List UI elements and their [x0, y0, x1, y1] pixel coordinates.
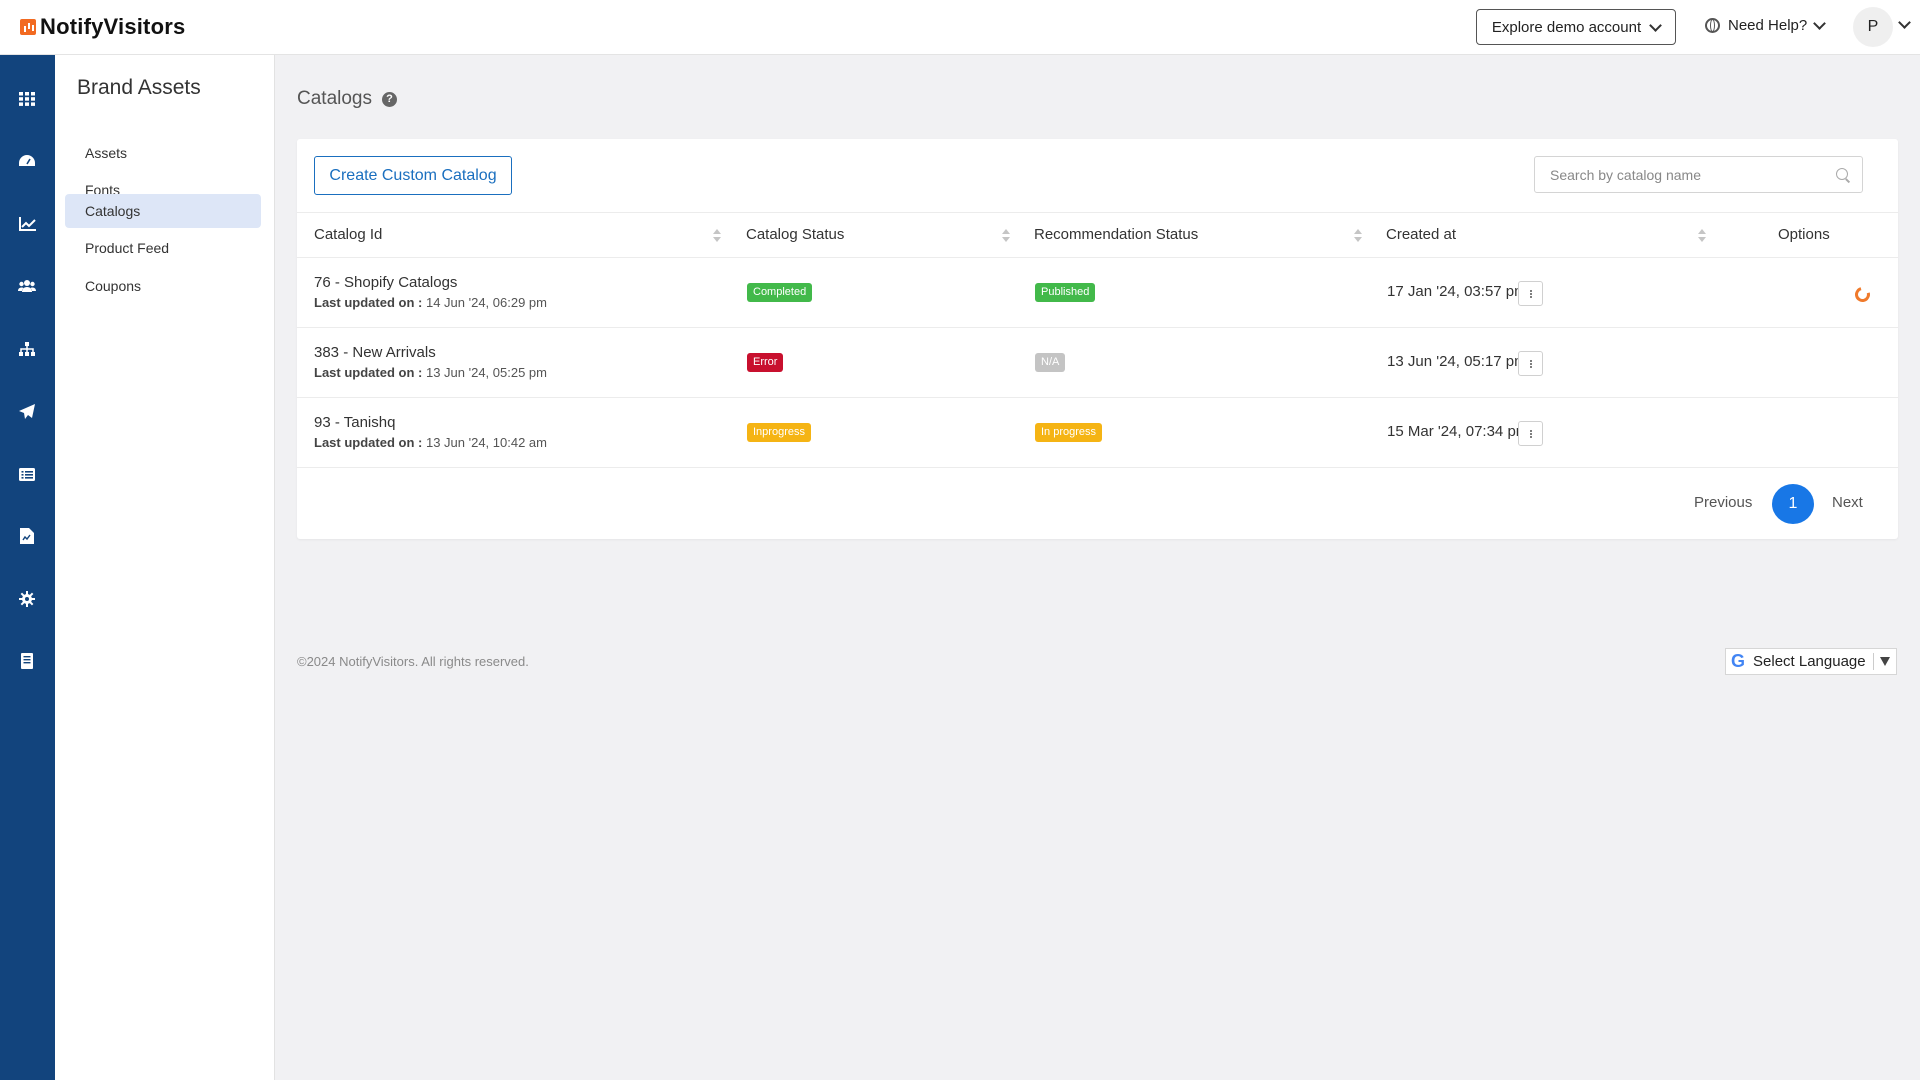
chevron-down-icon — [1813, 17, 1827, 30]
search-input[interactable] — [1548, 166, 1822, 184]
sort-icon[interactable] — [1698, 229, 1706, 243]
catalog-name[interactable]: 93 - Tanishq — [314, 414, 395, 431]
help-question-icon[interactable]: ? — [382, 91, 397, 107]
catalog-search — [1534, 156, 1863, 193]
pagination-previous[interactable]: Previous — [1694, 494, 1752, 511]
column-header-catalog-id: Catalog Id — [314, 226, 383, 243]
catalog-status-badge: Error — [747, 353, 784, 372]
pagination-next[interactable]: Next — [1832, 494, 1863, 511]
catalog-last-updated: Last updated on : 14 Jun '24, 06:29 pm — [314, 295, 547, 310]
table-row: 76 - Shopify Catalogs Last updated on : … — [297, 258, 1898, 328]
top-header: NotifyVisitors Explore demo account Need… — [0, 0, 1920, 55]
icon-rail — [0, 55, 55, 1080]
logo-text: NotifyVisitors — [40, 14, 186, 39]
recommendation-status-badge: Published — [1035, 283, 1096, 302]
document-icon[interactable] — [18, 652, 36, 670]
settings-icon[interactable] — [18, 590, 36, 608]
catalog-last-updated: Last updated on : 13 Jun '24, 10:42 am — [314, 435, 547, 450]
more-vertical-icon — [1529, 432, 1532, 435]
chevron-down-icon[interactable] — [1898, 16, 1911, 29]
avatar-initial: P — [1867, 18, 1879, 35]
sort-icon[interactable] — [713, 229, 721, 243]
created-at: 17 Jan '24, 03:57 pm — [1387, 283, 1527, 300]
sidebar-title: Brand Assets — [77, 76, 201, 99]
column-header-catalog-status: Catalog Status — [746, 226, 845, 243]
table-row: 93 - Tanishq Last updated on : 13 Jun '2… — [297, 398, 1898, 468]
catalogs-card: Create Custom Catalog Catalog Id Catalog… — [297, 139, 1898, 539]
list-icon[interactable] — [18, 465, 36, 483]
catalog-status-badge: Inprogress — [747, 423, 811, 442]
row-options-button[interactable] — [1518, 351, 1543, 376]
dropdown-arrow-icon — [1879, 657, 1890, 666]
created-at: 15 Mar '24, 07:34 pm — [1387, 423, 1529, 440]
pagination-page-1[interactable]: 1 — [1772, 484, 1814, 524]
column-header-options: Options — [1778, 226, 1830, 243]
sort-icon[interactable] — [1002, 229, 1010, 243]
google-icon: G — [1731, 651, 1746, 671]
sidebar-item-catalogs[interactable]: Catalogs — [65, 194, 261, 228]
chevron-down-icon — [1649, 18, 1662, 32]
brand-assets-sidebar: Brand Assets Assets Fonts Catalogs Produ… — [55, 55, 275, 1080]
search-icon[interactable] — [1836, 168, 1848, 180]
create-custom-catalog-button[interactable]: Create Custom Catalog — [314, 156, 512, 195]
sidebar-item-assets[interactable]: Assets — [65, 136, 261, 170]
need-help-menu[interactable]: Need Help? — [1705, 17, 1827, 34]
column-header-created-at: Created at — [1386, 226, 1457, 243]
avatar[interactable]: P — [1853, 7, 1893, 47]
row-options-button[interactable] — [1518, 281, 1543, 306]
sidebar-item-product-feed[interactable]: Product Feed — [65, 231, 261, 265]
explore-demo-label: Explore demo account — [1491, 18, 1642, 36]
more-vertical-icon — [1529, 292, 1532, 295]
column-header-recommendation-status: Recommendation Status — [1034, 226, 1199, 243]
report-icon[interactable] — [18, 527, 36, 545]
catalog-status-badge: Completed — [747, 283, 813, 302]
analytics-icon[interactable] — [18, 215, 36, 233]
users-icon[interactable] — [18, 277, 36, 295]
need-help-label: Need Help? — [1728, 17, 1808, 34]
globe-icon — [1705, 18, 1720, 33]
hierarchy-icon[interactable] — [18, 340, 36, 358]
more-vertical-icon — [1529, 362, 1532, 365]
explore-demo-account-button[interactable]: Explore demo account — [1476, 9, 1676, 45]
grid-icon[interactable] — [18, 90, 36, 108]
recommendation-status-badge: In progress — [1035, 423, 1103, 442]
language-select-label: Select Language — [1753, 653, 1866, 670]
catalog-name[interactable]: 383 - New Arrivals — [314, 344, 436, 361]
table-header: Catalog Id Catalog Status Recommendation… — [297, 212, 1898, 258]
brand-logo[interactable]: NotifyVisitors — [20, 14, 185, 40]
language-select[interactable]: G Select Language — [1725, 648, 1897, 675]
logo-chart-icon — [20, 19, 36, 35]
table-row: 383 - New Arrivals Last updated on : 13 … — [297, 328, 1898, 398]
row-options-button[interactable] — [1518, 421, 1543, 446]
send-icon[interactable] — [18, 402, 36, 420]
page-title-text: Catalogs — [297, 88, 372, 109]
created-at: 13 Jun '24, 05:17 pm — [1387, 353, 1527, 370]
catalog-last-updated: Last updated on : 13 Jun '24, 05:25 pm — [314, 365, 547, 380]
catalog-name[interactable]: 76 - Shopify Catalogs — [314, 274, 457, 291]
dashboard-icon[interactable] — [18, 152, 36, 170]
sidebar-item-coupons[interactable]: Coupons — [65, 269, 261, 303]
divider — [1872, 653, 1874, 670]
footer-copyright: ©2024 NotifyVisitors. All rights reserve… — [297, 654, 529, 669]
page-title: Catalogs ? — [297, 88, 397, 110]
sort-icon[interactable] — [1354, 229, 1362, 243]
recommendation-status-badge: N/A — [1035, 353, 1066, 372]
